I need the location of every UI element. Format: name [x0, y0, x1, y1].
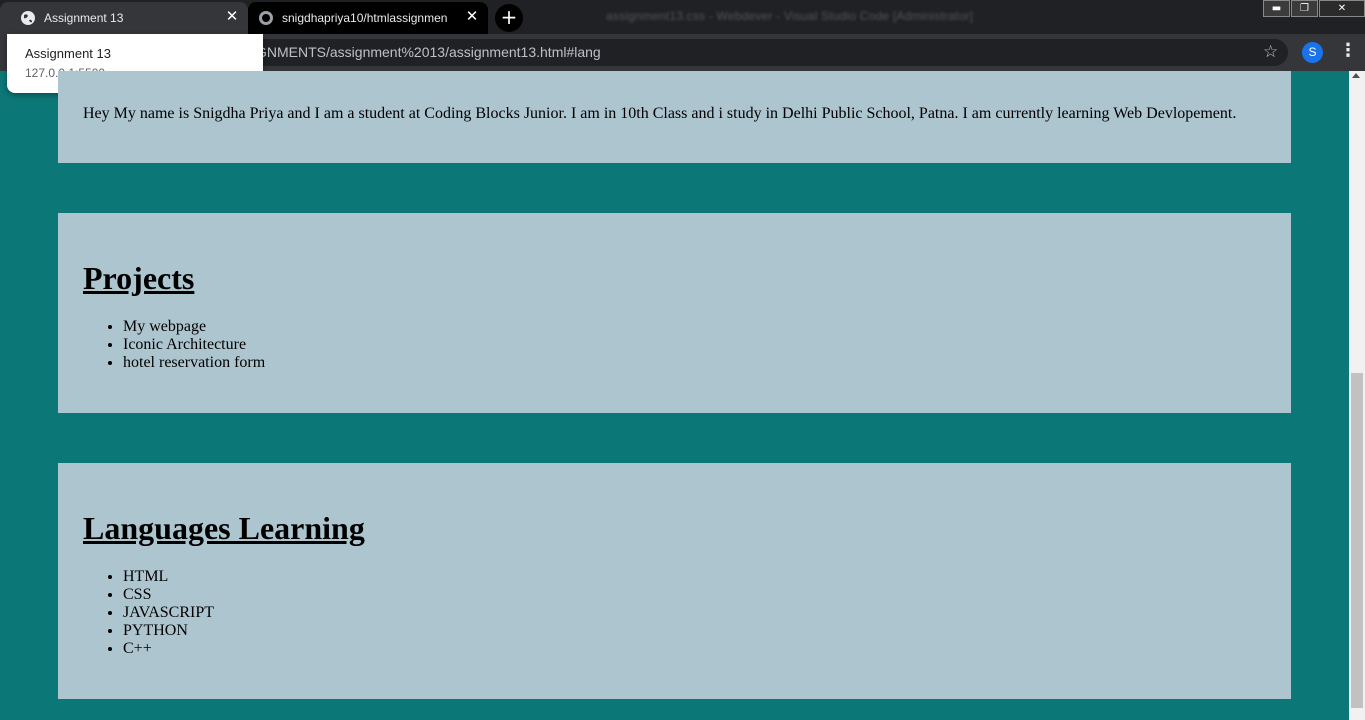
- list-item: My webpage: [123, 318, 265, 336]
- list-item: C++: [123, 640, 214, 658]
- address-bar[interactable]: GNMENTS/assignment%2013/assignment13.htm…: [236, 39, 1288, 66]
- projects-list: My webpage Iconic Architecture hotel res…: [123, 318, 265, 372]
- about-text: Hey My name is Snigdha Priya and I am a …: [83, 105, 1237, 122]
- browser-titlebar: Assignment 13 ✕ snigdhapriya10/htmlassig…: [0, 0, 1365, 34]
- kebab-menu-icon[interactable]: ⋮: [1339, 40, 1357, 61]
- restore-button[interactable]: ❐: [1291, 0, 1318, 17]
- projects-heading: Projects: [83, 260, 195, 296]
- list-item: HTML: [123, 568, 214, 586]
- bookmark-star-icon[interactable]: ☆: [1263, 42, 1278, 62]
- github-icon: [259, 11, 273, 25]
- scroll-up-arrow-icon[interactable]: [1352, 73, 1360, 78]
- globe-icon: [21, 11, 35, 25]
- list-item: JAVASCRIPT: [123, 604, 214, 622]
- window-controls: ▬ ❐ ✕: [1262, 0, 1365, 18]
- languages-heading: Languages Learning: [83, 510, 365, 546]
- about-section: Hey My name is Snigdha Priya and I am a …: [58, 71, 1291, 163]
- list-item: CSS: [123, 586, 214, 604]
- tab-title: Assignment 13: [44, 11, 124, 25]
- new-tab-button[interactable]: +: [495, 4, 523, 32]
- list-item: PYTHON: [123, 622, 214, 640]
- close-icon[interactable]: ✕: [464, 9, 480, 25]
- tab-github[interactable]: snigdhapriya10/htmlassignments ✕: [248, 2, 488, 34]
- window-title: assignment13.css - Webdever - Visual Stu…: [606, 9, 974, 23]
- projects-section: Projects My webpage Iconic Architecture …: [58, 213, 1291, 413]
- hovercard-title: Assignment 13: [25, 46, 111, 61]
- minimize-button[interactable]: ▬: [1263, 0, 1290, 17]
- close-icon[interactable]: ✕: [224, 9, 240, 25]
- close-window-button[interactable]: ✕: [1319, 0, 1365, 17]
- scroll-thumb[interactable]: [1351, 373, 1363, 708]
- profile-avatar[interactable]: S: [1302, 42, 1323, 63]
- vertical-scrollbar[interactable]: [1349, 71, 1365, 720]
- list-item: hotel reservation form: [123, 354, 265, 372]
- tab-assignment-13[interactable]: Assignment 13 ✕: [0, 2, 248, 34]
- tab-title: snigdhapriya10/htmlassignments: [282, 11, 447, 25]
- list-item: Iconic Architecture: [123, 336, 265, 354]
- languages-list: HTML CSS JAVASCRIPT PYTHON C++: [123, 568, 214, 658]
- languages-section: Languages Learning HTML CSS JAVASCRIPT P…: [58, 463, 1291, 699]
